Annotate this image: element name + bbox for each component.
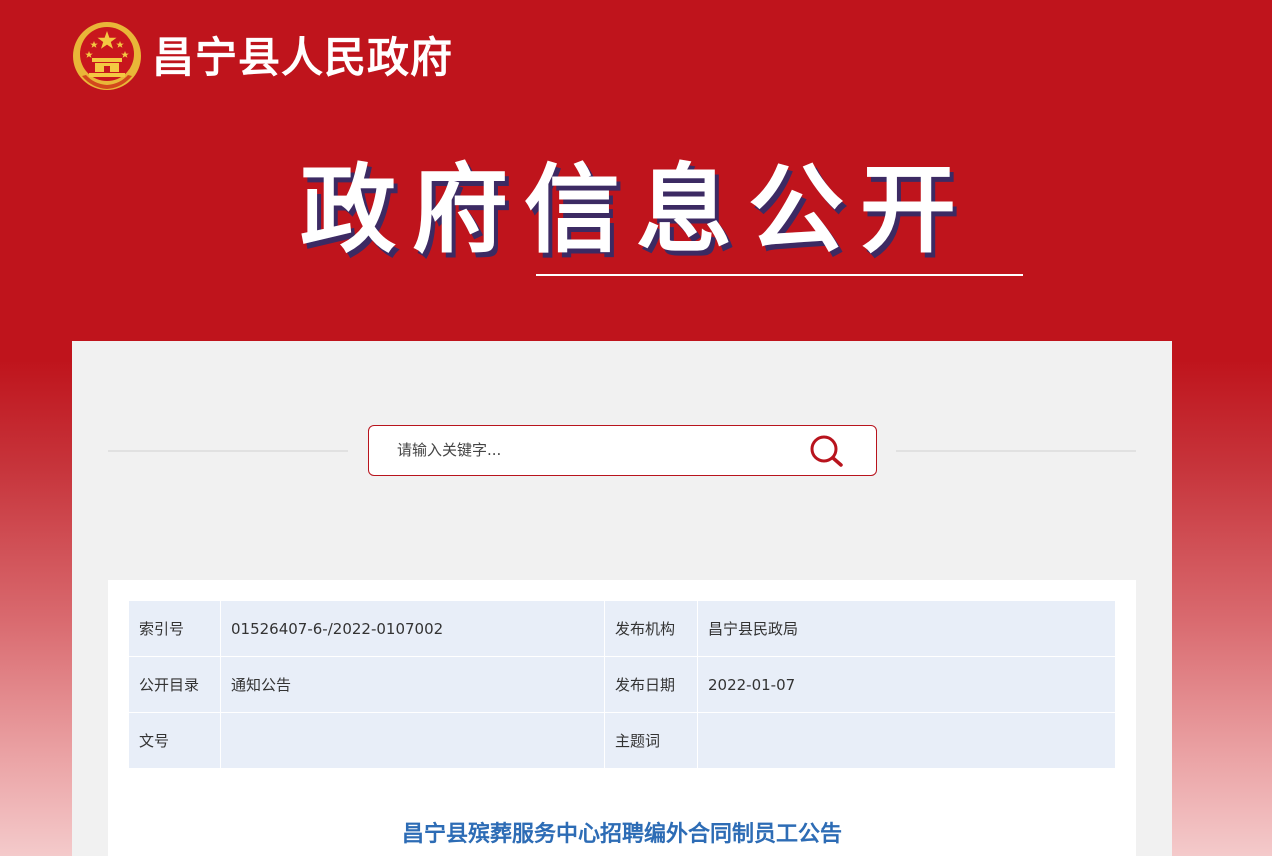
banner-title: 政府信息公开	[300, 154, 972, 266]
meta-value-doc-number	[220, 712, 605, 769]
header: 昌宁县人民政府 政府信息公开	[0, 0, 1272, 340]
search-input[interactable]	[397, 437, 797, 463]
banner-underline	[536, 274, 1023, 276]
meta-label-publisher: 发布机构	[604, 600, 698, 657]
meta-value-index: 01526407-6-/2022-0107002	[220, 600, 605, 657]
table-row: 文号 主题词	[128, 712, 1116, 769]
search-icon[interactable]	[809, 434, 845, 468]
meta-label-keywords: 主题词	[604, 712, 698, 769]
meta-value-category: 通知公告	[220, 656, 605, 713]
meta-value-date: 2022-01-07	[697, 656, 1116, 713]
meta-label-category: 公开目录	[128, 656, 221, 713]
metadata-table: 索引号 01526407-6-/2022-0107002 发布机构 昌宁县民政局…	[128, 600, 1116, 769]
article-title: 昌宁县殡葬服务中心招聘编外合同制员工公告	[401, 822, 842, 847]
search-divider-right	[896, 450, 1136, 452]
meta-value-publisher: 昌宁县民政局	[697, 600, 1116, 657]
search-divider-left	[108, 450, 348, 452]
national-emblem-icon[interactable]	[72, 20, 142, 92]
meta-label-doc-number: 文号	[128, 712, 221, 769]
search-box	[368, 425, 877, 476]
table-row: 索引号 01526407-6-/2022-0107002 发布机构 昌宁县民政局	[128, 600, 1116, 657]
meta-label-index: 索引号	[128, 600, 221, 657]
article-card: 索引号 01526407-6-/2022-0107002 发布机构 昌宁县民政局…	[108, 580, 1136, 856]
meta-label-date: 发布日期	[604, 656, 698, 713]
site-title[interactable]: 昌宁县人民政府	[152, 30, 453, 86]
meta-value-keywords	[697, 712, 1116, 769]
table-row: 公开目录 通知公告 发布日期 2022-01-07	[128, 656, 1116, 713]
